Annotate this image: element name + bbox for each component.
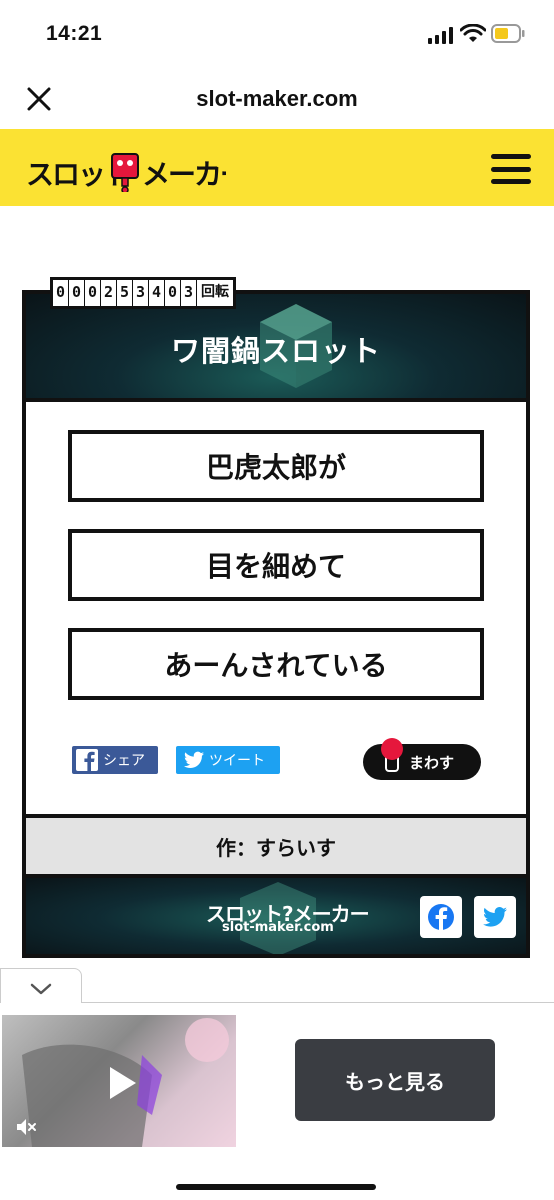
counter-digit: 0 (53, 280, 69, 306)
author-label: 作：すらいす (216, 835, 336, 860)
reel-3: あーんされている (68, 628, 484, 700)
slot-header-banner: ワ闇鍋スロット (26, 294, 526, 398)
spin-button[interactable]: まわす (363, 738, 481, 780)
status-time: 14:21 (46, 22, 103, 45)
home-indicator (176, 1184, 376, 1190)
spin-label: まわす (409, 753, 455, 772)
ad-area: もっと見る (0, 1003, 554, 1153)
svg-text:メーカー: メーカー (142, 158, 226, 191)
author-bar: 作：すらいす (26, 814, 526, 878)
slot-title: ワ闇鍋スロット (170, 334, 381, 368)
menu-icon[interactable] (491, 154, 531, 184)
footer-domain: slot-maker.com (222, 920, 334, 935)
twitter-icon (184, 751, 204, 768)
ad-video-thumbnail[interactable] (2, 1015, 236, 1147)
reel-1: 巴虎太郎が (68, 430, 484, 502)
counter-digit: 4 (149, 280, 165, 306)
twitter-share-label: ツイート (209, 753, 265, 769)
footer-twitter-button[interactable] (474, 896, 516, 938)
lever-knob-icon (381, 738, 403, 760)
counter-digit: 3 (181, 280, 197, 306)
spin-counter: 0 0 0 2 5 3 4 0 3 回転 (50, 277, 236, 309)
slot-footer-banner: スロット?メーカー slot-maker.com (26, 878, 526, 954)
battery-icon (491, 24, 525, 43)
reel-area: 巴虎太郎が 目を細めて あーんされている シェア ツイート まわす (26, 398, 526, 818)
counter-unit: 回転 (201, 284, 229, 300)
counter-digit: 0 (165, 280, 181, 306)
counter-digit: 2 (101, 280, 117, 306)
wifi-icon (460, 24, 486, 42)
footer-facebook-button[interactable] (420, 896, 462, 938)
facebook-share-label: シェア (103, 753, 145, 769)
play-icon[interactable] (102, 1063, 142, 1103)
url-label: slot-maker.com (196, 86, 358, 111)
counter-digit: 0 (69, 280, 85, 306)
facebook-share-button[interactable]: シェア (72, 746, 158, 774)
twitter-share-button[interactable]: ツイート (176, 746, 280, 774)
twitter-bird-icon (483, 907, 507, 927)
facebook-icon (76, 749, 98, 771)
chevron-down-icon (30, 983, 52, 995)
reel-2: 目を細めて (68, 529, 484, 601)
site-logo[interactable]: スロット メーカー (26, 146, 226, 192)
counter-digit: 5 (117, 280, 133, 306)
muted-speaker-icon[interactable] (14, 1115, 38, 1139)
counter-digit: 0 (85, 280, 101, 306)
cellular-signal-icon (428, 26, 454, 44)
see-more-button[interactable]: もっと見る (295, 1039, 495, 1121)
facebook-circle-icon (428, 904, 454, 930)
ad-collapse-tab[interactable] (0, 968, 82, 1004)
counter-digit: 3 (133, 280, 149, 306)
slot-card: ワ闇鍋スロット 巴虎太郎が 目を細めて あーんされている シェア ツイート まわ… (22, 290, 530, 958)
